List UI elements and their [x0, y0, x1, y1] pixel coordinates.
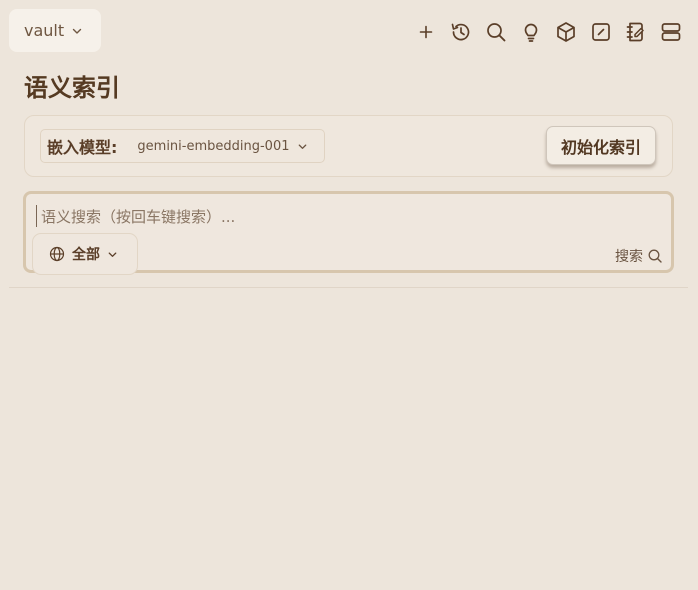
embedding-model-value: gemini-embedding-001	[137, 138, 290, 154]
edit-square-icon[interactable]	[588, 19, 614, 45]
notebook-icon[interactable]	[623, 19, 649, 45]
search-icon[interactable]	[483, 19, 509, 45]
chevron-down-icon	[72, 28, 82, 34]
vault-selector-button[interactable]: vault	[9, 9, 101, 52]
search-button[interactable]: 搜索	[615, 246, 663, 266]
chevron-down-icon	[108, 251, 117, 257]
page-title: 语义索引	[24, 74, 120, 102]
top-toolbar: vault	[0, 0, 698, 62]
divider	[9, 287, 688, 288]
plus-icon[interactable]	[413, 19, 439, 45]
cube-icon[interactable]	[553, 19, 579, 45]
scope-dropdown[interactable]: 全部	[32, 233, 138, 275]
semantic-search-panel: 全部 搜索	[23, 191, 674, 275]
chevron-down-icon	[298, 143, 306, 149]
scope-label: 全部	[72, 247, 100, 263]
embedding-model-dropdown[interactable]: 嵌入模型: gemini-embedding-001	[40, 129, 325, 163]
history-icon[interactable]	[448, 19, 474, 45]
search-icon	[648, 249, 662, 263]
vault-label: vault	[24, 21, 65, 40]
server-icon[interactable]	[658, 19, 684, 45]
globe-icon	[49, 246, 65, 262]
initialize-index-button[interactable]: 初始化索引	[546, 126, 656, 165]
embedding-model-panel: 嵌入模型: gemini-embedding-001 初始化索引	[24, 115, 673, 177]
search-button-label: 搜索	[615, 249, 643, 265]
lightbulb-icon[interactable]	[518, 19, 544, 45]
semantic-search-input[interactable]	[34, 204, 654, 230]
embedding-model-label: 嵌入模型:	[47, 138, 118, 157]
